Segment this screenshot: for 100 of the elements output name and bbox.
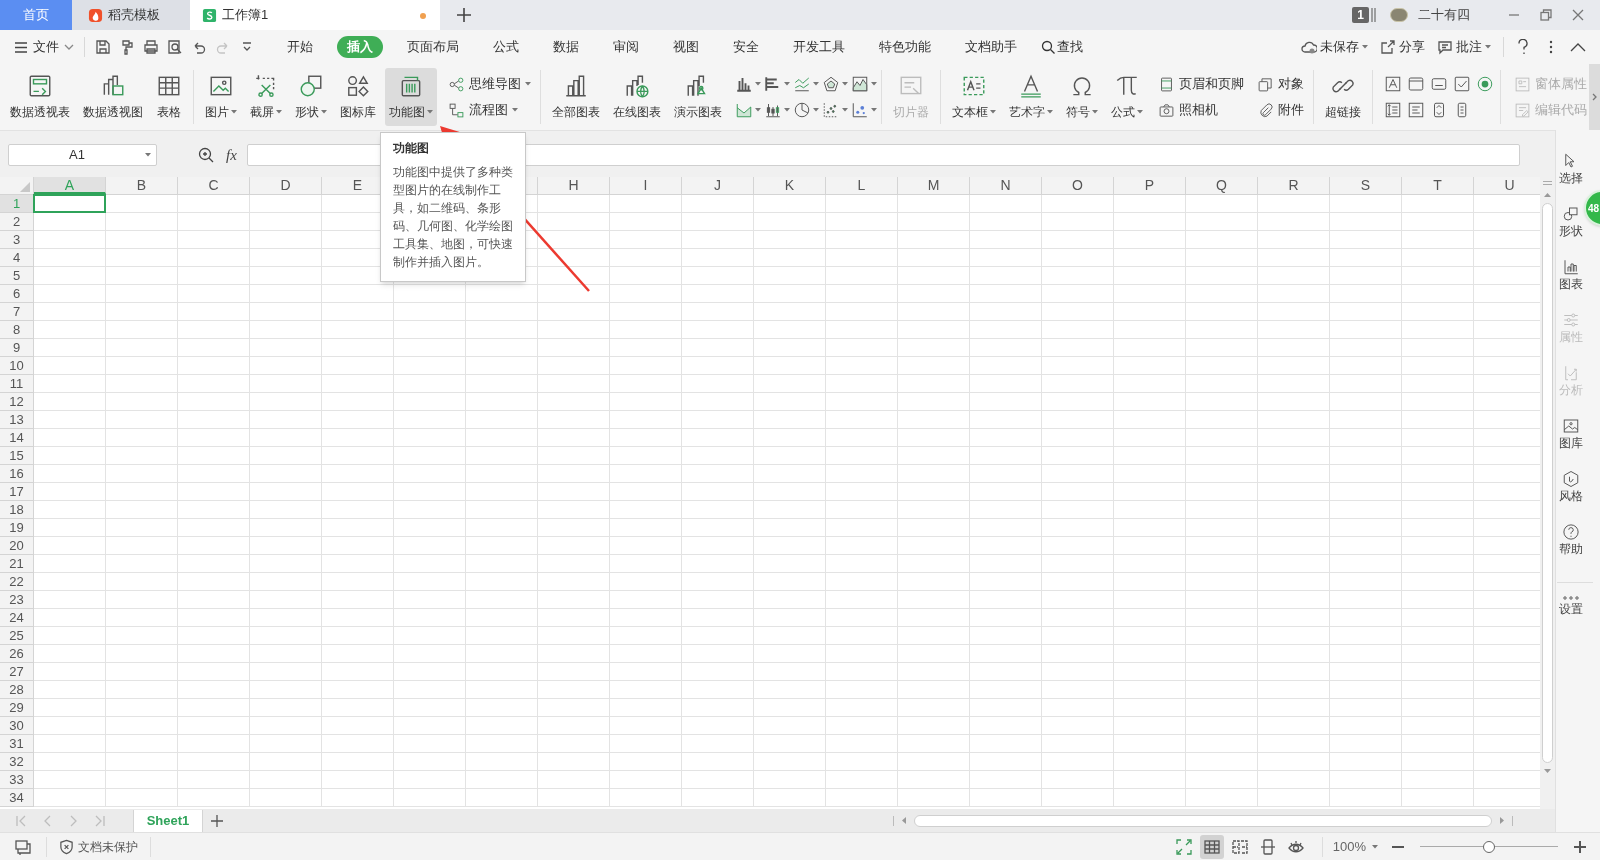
format-painter-icon[interactable] [119, 39, 135, 55]
ribbon-button[interactable]: 艺术字 [1004, 68, 1057, 126]
row-header[interactable]: 16 [0, 465, 34, 483]
ribbon-button[interactable]: 全部图表 [547, 68, 604, 126]
ribbon-button[interactable]: 附件 [1254, 99, 1306, 121]
toolbar-button[interactable]: 未保存 [1301, 37, 1368, 57]
view-button[interactable] [1199, 834, 1224, 859]
window-count-badge[interactable]: 1 [1352, 7, 1369, 23]
ribbon-tab[interactable]: 安全 [723, 36, 769, 58]
row-header[interactable]: 28 [0, 681, 34, 699]
search-button[interactable]: 查找 [1041, 37, 1083, 57]
column-header[interactable]: L [826, 177, 898, 194]
document-tab[interactable]: 工作簿1 [190, 0, 440, 30]
row-header[interactable]: 32 [0, 753, 34, 771]
row-header[interactable]: 14 [0, 429, 34, 447]
ribbon-button[interactable]: 表格 [152, 68, 186, 126]
ribbon-button[interactable]: 截屏 [245, 68, 286, 126]
row-header[interactable]: 31 [0, 735, 34, 753]
side-panel-button[interactable]: 设置 [1557, 595, 1585, 616]
row-header[interactable]: 33 [0, 771, 34, 789]
ribbon-icon-button[interactable] [1406, 74, 1424, 94]
add-tab-icon[interactable] [457, 8, 471, 22]
ribbon-tab[interactable]: 开始 [277, 36, 323, 58]
side-panel-button[interactable]: 形状 [1557, 205, 1585, 238]
row-header[interactable]: 13 [0, 411, 34, 429]
scroll-right-icon[interactable] [1500, 817, 1504, 824]
ribbon-tab[interactable]: 视图 [663, 36, 709, 58]
ribbon-tab[interactable]: 页面布局 [397, 36, 469, 58]
column-header[interactable]: K [754, 177, 826, 194]
column-header[interactable]: M [898, 177, 970, 194]
ribbon-button[interactable]: 图标库 [335, 68, 380, 126]
avatar[interactable] [1390, 8, 1408, 22]
scroll-down-icon[interactable] [1544, 769, 1551, 773]
column-header[interactable]: R [1258, 177, 1330, 194]
slider-thumb[interactable] [1483, 840, 1495, 853]
selected-cell[interactable] [33, 194, 106, 213]
column-header[interactable]: I [610, 177, 682, 194]
ribbon-tab[interactable]: 审阅 [603, 36, 649, 58]
scroll-left-icon[interactable] [902, 817, 906, 824]
column-header[interactable]: T [1402, 177, 1474, 194]
close-icon[interactable] [1572, 9, 1584, 21]
row-header[interactable]: 7 [0, 303, 34, 321]
vertical-scrollbar[interactable] [1540, 177, 1555, 809]
row-header[interactable]: 26 [0, 645, 34, 663]
row-header[interactable]: 24 [0, 609, 34, 627]
ribbon-icon-button[interactable] [763, 74, 787, 94]
column-header[interactable]: N [970, 177, 1042, 194]
row-header[interactable]: 2 [0, 213, 34, 231]
ribbon-icon-button[interactable] [1383, 100, 1401, 120]
ribbon-icon-button[interactable] [1452, 74, 1470, 94]
ribbon-icon-button[interactable] [1383, 74, 1401, 94]
toolbar-button[interactable]: 分享 [1380, 37, 1425, 57]
ribbon-button[interactable]: 文本框 [947, 68, 1000, 126]
ribbon-button[interactable]: 页眉和页脚 [1155, 73, 1246, 95]
print-preview-icon[interactable] [167, 39, 183, 55]
column-header[interactable]: J [682, 177, 754, 194]
side-panel-button[interactable]: 选择 [1557, 152, 1585, 185]
row-header[interactable]: 8 [0, 321, 34, 339]
row-header[interactable]: 20 [0, 537, 34, 555]
save-icon[interactable] [95, 39, 111, 55]
ribbon-button[interactable]: 流程图 [445, 99, 533, 121]
ribbon-button[interactable]: 形状 [290, 68, 331, 126]
column-header[interactable]: O [1042, 177, 1114, 194]
side-panel-button[interactable]: 图库 [1557, 417, 1585, 450]
ribbon-tab[interactable]: 开发工具 [783, 36, 855, 58]
row-header[interactable]: 6 [0, 285, 34, 303]
side-panel-button[interactable]: 图表 [1557, 258, 1585, 291]
row-header[interactable]: 29 [0, 699, 34, 717]
zoom-in-icon[interactable] [1574, 840, 1586, 853]
row-header[interactable]: 22 [0, 573, 34, 591]
ribbon-icon-button[interactable] [850, 74, 874, 94]
ribbon-tab[interactable]: 数据 [543, 36, 589, 58]
formula-input[interactable] [246, 144, 1520, 166]
ribbon-button[interactable]: 超链接 [1320, 68, 1365, 126]
ribbon-button[interactable]: 数据透视图 [79, 68, 147, 126]
ribbon-button[interactable]: 在线图表 [608, 68, 665, 126]
restore-icon[interactable] [1540, 9, 1552, 21]
scroll-up-icon[interactable] [1544, 193, 1551, 197]
column-header[interactable]: H [538, 177, 610, 194]
insert-function-button[interactable]: fx [226, 143, 237, 167]
ribbon-button[interactable]: 数据透视表 [6, 68, 74, 126]
row-header[interactable]: 4 [0, 249, 34, 267]
row-header[interactable]: 11 [0, 375, 34, 393]
ribbon-tab[interactable]: 文档助手 [955, 36, 1027, 58]
row-header[interactable]: 34 [0, 789, 34, 807]
ribbon-button[interactable]: 对象 [1254, 73, 1306, 95]
column-header[interactable]: Q [1186, 177, 1258, 194]
display-icon[interactable] [14, 837, 32, 856]
ribbon-icon-button[interactable] [821, 100, 845, 120]
protection-status[interactable]: 文档未保护 [59, 837, 138, 856]
ribbon-button[interactable]: 公式 [1106, 68, 1147, 126]
column-header[interactable]: S [1330, 177, 1402, 194]
row-header[interactable]: 15 [0, 447, 34, 465]
column-header[interactable]: P [1114, 177, 1186, 194]
row-header[interactable]: 3 [0, 231, 34, 249]
side-panel-button[interactable]: 帮助 [1557, 523, 1585, 556]
collapse-icon[interactable] [1570, 42, 1586, 52]
row-header[interactable]: 21 [0, 555, 34, 573]
row-header[interactable]: 30 [0, 717, 34, 735]
file-menu[interactable]: 文件 [14, 37, 74, 57]
